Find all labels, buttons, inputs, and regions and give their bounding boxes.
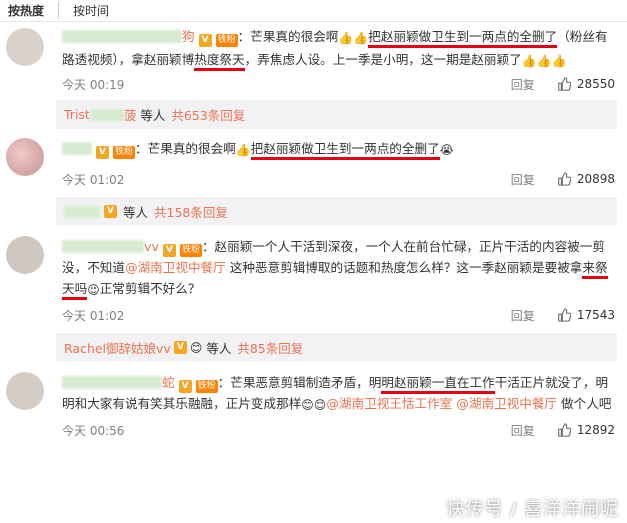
comment-highlight: 把赵丽颖做卫生到一两点的全删了: [250, 141, 440, 160]
timestamp: 今天 01:02: [62, 172, 125, 187]
sub-reply-summary[interactable]: Trist 菠 等人 共653条回复: [56, 100, 617, 129]
wink-face-icon: 😉: [87, 283, 100, 297]
thumbs-up-icon: 👍: [536, 54, 552, 68]
like-icon: [558, 423, 571, 437]
like-button[interactable]: 28550: [557, 77, 615, 91]
comment-highlight: 热度祭天: [194, 52, 245, 71]
like-button[interactable]: 17543: [557, 308, 615, 322]
sort-by-hot[interactable]: 按热度: [8, 2, 60, 19]
like-count: 20898: [576, 172, 615, 186]
reply-button[interactable]: 回复: [511, 171, 535, 188]
thumbs-up-icon: 👍: [338, 31, 354, 45]
like-icon: [558, 172, 571, 186]
comment-segment: ，弄焦虑人设。上一季是小明，这一期是赵丽颖了: [244, 52, 522, 67]
comment-item: 狗 V 铁粉 ：芒果真的很会啊👍👍把赵丽颖做卫生到一两点的全删了（粉丝有路透视频）…: [0, 26, 627, 96]
avatar[interactable]: [6, 372, 44, 410]
sub-reply-user[interactable]: Trist: [64, 107, 90, 122]
mention-link[interactable]: @湖南卫视中餐厅: [456, 396, 557, 411]
smile-face-icon: 😊: [313, 398, 327, 412]
comment-highlight: 明赵丽颖一直在工作: [381, 375, 495, 394]
sub-reply-mid: 等人: [140, 108, 166, 123]
username-tail[interactable]: vv: [144, 239, 159, 254]
sub-reply-user[interactable]: Rachel御辞姑娘vv: [64, 338, 171, 357]
avatar[interactable]: [6, 138, 44, 176]
username-tail[interactable]: 蛇: [162, 375, 175, 390]
fan-badge: 铁粉: [215, 34, 238, 47]
reply-button[interactable]: 回复: [511, 76, 535, 93]
like-count: 12892: [576, 423, 615, 437]
timestamp: 今天 01:02: [62, 308, 125, 323]
like-count: 28550: [576, 77, 615, 91]
comment-item: 蛇 V 铁粉 ：芒果恶意剪辑制造矛盾，明明赵丽颖一直在工作干活正片就没了，明明和大…: [0, 372, 627, 442]
comment-meta: 今天 01:02 回复 17543: [62, 303, 615, 327]
like-button[interactable]: 12892: [557, 423, 615, 437]
fan-badge: 铁粉: [195, 380, 218, 393]
sub-reply-count[interactable]: 共653条回复: [171, 105, 245, 124]
sub-reply-user-tail[interactable]: 菠: [124, 105, 137, 124]
mention-link[interactable]: @湖南卫视王恬工作室: [326, 396, 452, 411]
comment-meta: 今天 01:02 回复 20898: [62, 167, 615, 191]
comment-meta: 今天 00:19 回复 28550: [62, 72, 615, 96]
sub-reply-count[interactable]: 共85条回复: [237, 338, 303, 357]
watermark: 快传号 / 喜洋洋闹呢: [446, 499, 619, 520]
like-count: 17543: [576, 308, 615, 322]
username-tail[interactable]: 狗: [182, 29, 195, 44]
username-blurred[interactable]: [64, 205, 100, 218]
like-button[interactable]: 20898: [557, 172, 615, 186]
username-blurred[interactable]: [62, 240, 144, 253]
sort-bar: 按热度 按时间: [0, 0, 627, 22]
smile-face-icon: 😊: [189, 340, 203, 355]
verified-badge: V: [178, 380, 192, 393]
avatar[interactable]: [6, 28, 44, 66]
comment-segment: 这种恶意剪辑博取的话题和热度怎么样？这一季赵丽颖是要被拿: [225, 260, 583, 275]
comment-segment: 做个人吧: [557, 396, 612, 411]
crying-face-icon: 😭: [439, 143, 454, 157]
comment-item: V 铁粉 ：芒果真的很会啊👍把赵丽颖做卫生到一两点的全删了😭 今天 01:02 回…: [0, 138, 627, 191]
comment-segment: ：芒果真的很会啊: [237, 29, 339, 44]
thumbs-up-icon: 👍: [551, 54, 567, 68]
username-blurred[interactable]: [62, 30, 182, 43]
fan-badge: 铁粉: [179, 244, 202, 257]
sub-reply-mid: 等人: [123, 205, 149, 220]
sub-reply-count[interactable]: 共158条回复: [154, 202, 228, 221]
sub-reply-summary[interactable]: V 等人 共158条回复: [56, 197, 617, 226]
like-icon: [558, 77, 571, 91]
timestamp: 今天 00:19: [62, 77, 125, 92]
username-blurred[interactable]: [62, 142, 92, 155]
verified-badge: V: [96, 146, 110, 159]
comment-segment: 正常剪辑不好么？: [99, 281, 201, 296]
comment-text: 狗 V 铁粉 ：芒果真的很会啊👍👍把赵丽颖做卫生到一两点的全删了（粉丝有路透视频）…: [62, 26, 615, 72]
thumbs-up-icon: 👍: [353, 31, 369, 45]
fan-badge: 铁粉: [113, 146, 136, 159]
comment-meta: 今天 00:56 回复 12892: [62, 418, 615, 442]
thumbs-up-icon: 👍: [521, 54, 537, 68]
comment-segment: ：芒果真的很会啊: [135, 141, 236, 156]
verified-badge: V: [162, 244, 176, 257]
verified-badge: V: [104, 205, 117, 218]
comment-segment: ：芒果恶意剪辑制造矛盾，明: [217, 375, 382, 390]
verified-badge: V: [173, 341, 187, 354]
thumbs-up-icon: 👍: [235, 143, 251, 157]
mention-link[interactable]: @湖南卫视中餐厅: [125, 260, 226, 275]
sub-reply-summary[interactable]: Rachel御辞姑娘vv V 😊 等人 共85条回复: [56, 333, 617, 362]
sort-by-time[interactable]: 按时间: [73, 2, 123, 19]
comment-text: 蛇 V 铁粉 ：芒果恶意剪辑制造矛盾，明明赵丽颖一直在工作干活正片就没了，明明和大…: [62, 372, 615, 416]
avatar[interactable]: [6, 236, 44, 274]
comment-text: V 铁粉 ：芒果真的很会啊👍把赵丽颖做卫生到一两点的全删了😭: [62, 138, 615, 161]
reply-button[interactable]: 回复: [511, 422, 535, 439]
like-icon: [558, 308, 571, 322]
username-blurred[interactable]: [62, 376, 162, 389]
comment-text: vv V 铁粉 ：赵丽颖一个人干活到深夜，一个人在前台忙碌，正片干活的内容被一剪没…: [62, 236, 615, 301]
reply-button[interactable]: 回复: [511, 307, 535, 324]
comment-highlight: 把赵丽颖做卫生到一两点的全删了: [368, 29, 558, 48]
comment-item: vv V 铁粉 ：赵丽颖一个人干活到深夜，一个人在前台忙碌，正片干活的内容被一剪没…: [0, 236, 627, 327]
sub-reply-mid: 等人: [206, 341, 232, 356]
timestamp: 今天 00:56: [62, 423, 125, 438]
username-blurred: [89, 108, 124, 121]
verified-badge: V: [198, 34, 212, 47]
smile-face-icon: 😊: [301, 398, 314, 412]
